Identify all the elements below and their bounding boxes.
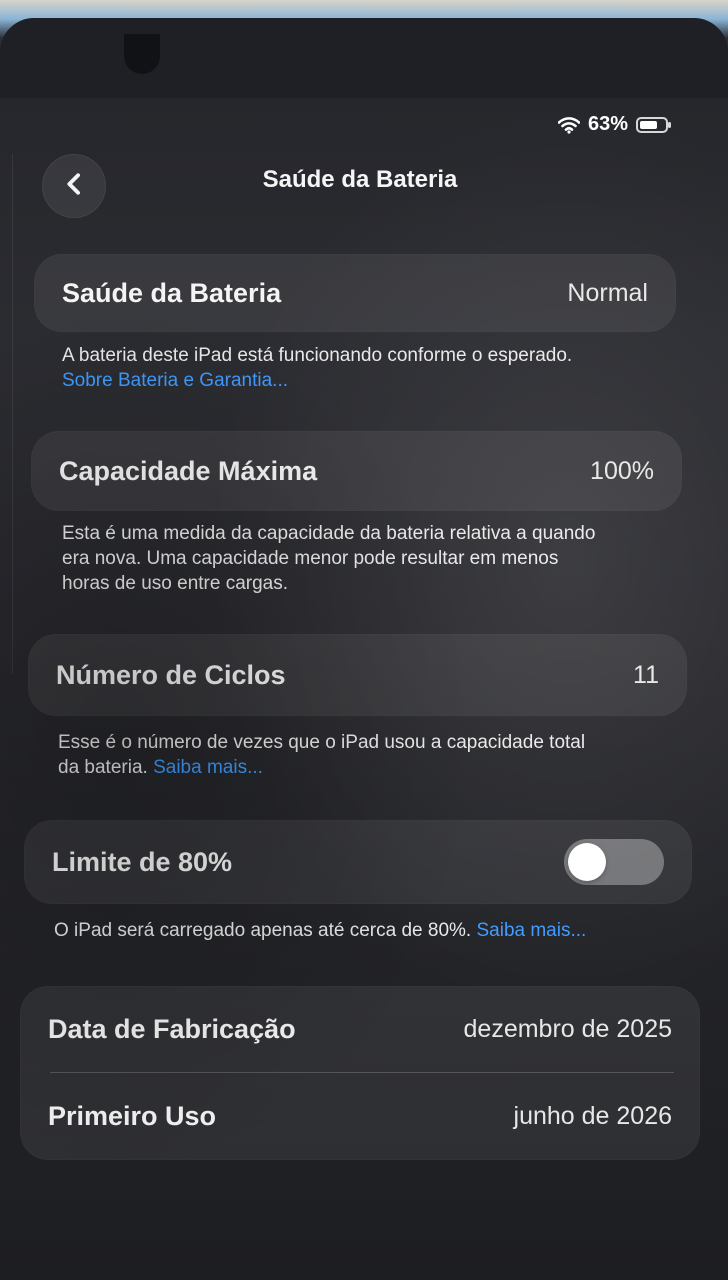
cycle-count-text-prefix: da bateria. [58, 757, 148, 778]
battery-percentage: 63% [587, 113, 628, 135]
details-divider [50, 1072, 674, 1073]
learn-more-limit-link[interactable]: Saiba mais... [476, 920, 586, 941]
cycle-count-card: Número de Ciclos 11 [28, 634, 687, 716]
status-bar: 63% [557, 113, 672, 136]
manufacture-label: Data de Fabricação [48, 1013, 296, 1044]
max-capacity-card: Capacidade Máxima 100% [31, 431, 682, 511]
cycle-count-value: 11 [633, 660, 659, 689]
limit-80-toggle[interactable] [564, 839, 664, 885]
camera-notch [124, 34, 160, 74]
limit-80-description: O iPad será carregado apenas até cerca d… [54, 918, 688, 943]
battery-health-label: Saúde da Bateria [62, 277, 282, 308]
max-capacity-text-line-3: horas de uso entre cargas. [62, 573, 289, 594]
chevron-left-icon [60, 170, 88, 203]
cycle-count-text-line-2: da bateria. Saiba mais... [58, 755, 668, 780]
max-capacity-description: Esta é uma medida da capacidade da bater… [62, 521, 668, 596]
first-use-value: junho de 2026 [513, 1101, 672, 1130]
toggle-knob [568, 843, 606, 881]
learn-more-cycles-link[interactable]: Saiba mais... [153, 757, 263, 778]
max-capacity-text-line-2: era nova. Uma capacidade menor pode resu… [62, 548, 559, 569]
battery-health-card: Saúde da Bateria Normal [34, 254, 676, 332]
cycle-count-label: Número de Ciclos [56, 659, 286, 690]
battery-warranty-link[interactable]: Sobre Bateria e Garantia... [62, 368, 668, 393]
battery-health-text: A bateria deste iPad está funcionando co… [62, 345, 573, 366]
max-capacity-label: Capacidade Máxima [59, 455, 318, 486]
limit-80-label: Limite de 80% [52, 846, 233, 877]
battery-health-value: Normal [567, 278, 648, 307]
cycle-count-text-line-1: Esse é o número de vezes que o iPad usou… [58, 732, 586, 753]
battery-icon [636, 116, 672, 134]
first-use-row: Primeiro Uso junho de 2026 [20, 1072, 700, 1160]
back-button[interactable] [42, 154, 106, 218]
left-screen-edge [0, 154, 13, 674]
manufacture-value: dezembro de 2025 [463, 1014, 672, 1043]
max-capacity-text-line-1: Esta é uma medida da capacidade da bater… [62, 523, 596, 544]
page-title: Saúde da Bateria [262, 166, 458, 193]
manufacture-row: Data de Fabricação dezembro de 2025 [20, 986, 700, 1072]
limit-80-text: O iPad será carregado apenas até cerca d… [54, 920, 472, 941]
cycle-count-description: Esse é o número de vezes que o iPad usou… [58, 730, 668, 780]
details-card: Data de Fabricação dezembro de 2025 Prim… [20, 986, 700, 1160]
limit-80-card: Limite de 80% [24, 820, 692, 904]
max-capacity-value: 100% [590, 456, 654, 485]
wifi-icon [557, 116, 581, 134]
first-use-label: Primeiro Uso [48, 1100, 217, 1131]
battery-health-description: A bateria deste iPad está funcionando co… [62, 343, 668, 393]
